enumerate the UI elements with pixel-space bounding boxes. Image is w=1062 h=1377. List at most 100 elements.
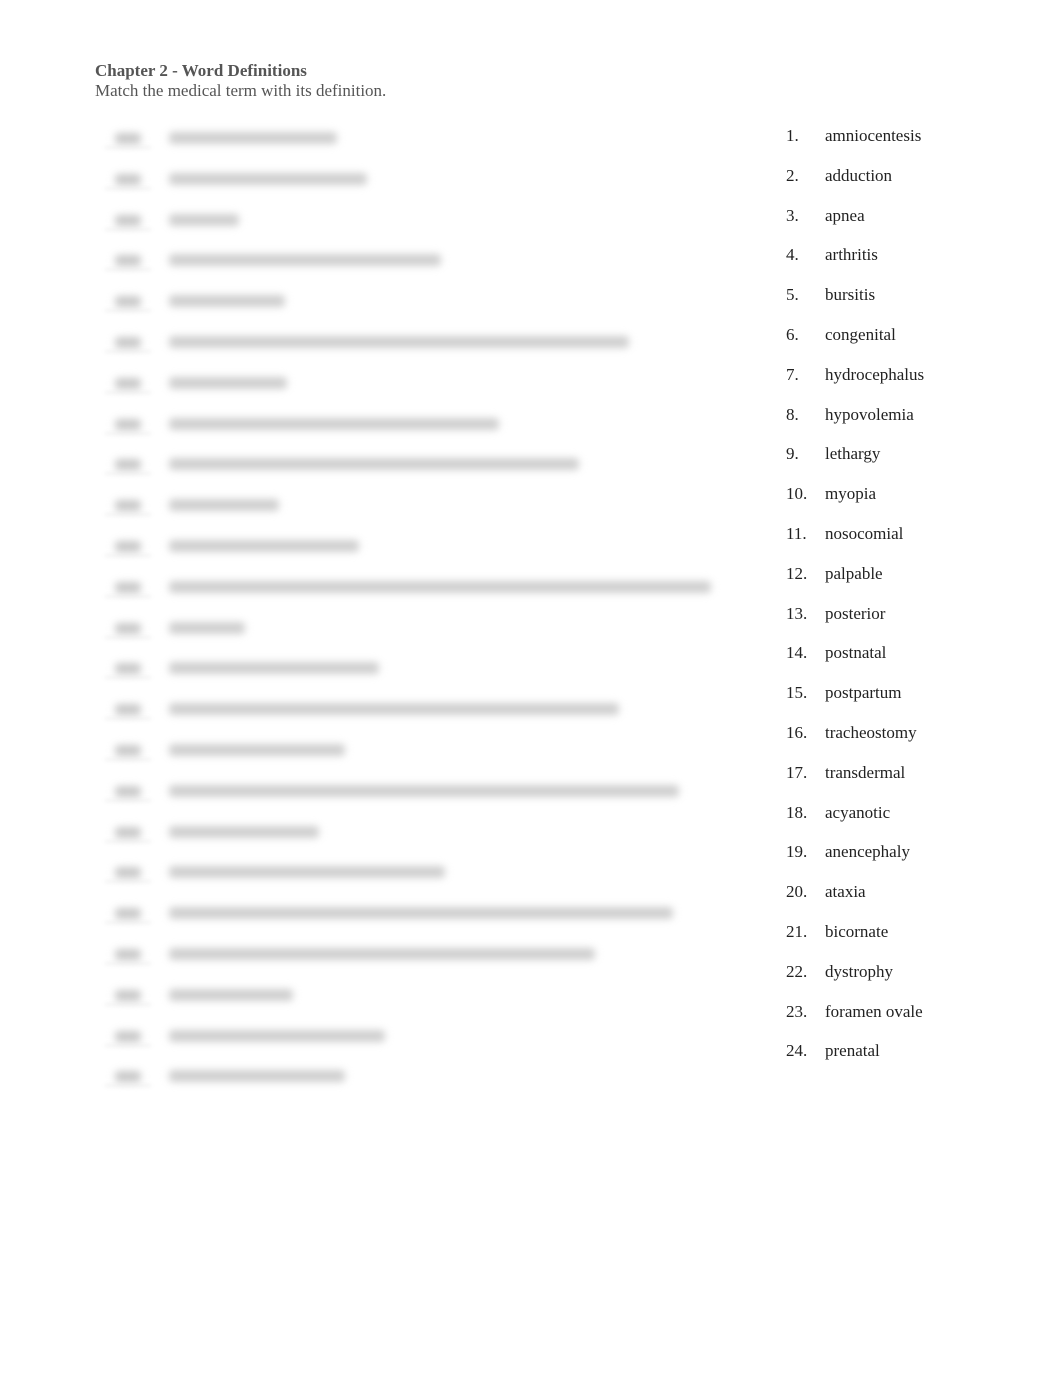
definition-text-blurred: [169, 417, 499, 430]
term-item: 4. arthritis: [786, 245, 924, 285]
answer-blank: [115, 214, 141, 226]
definition-row: [105, 288, 745, 329]
answer-underline: [105, 1003, 151, 1005]
term-item: 14. postnatal: [786, 643, 924, 683]
answer-underline: [105, 350, 151, 352]
answer-underline: [105, 718, 151, 720]
term-number: 14.: [786, 643, 808, 663]
answer-blank: [115, 622, 141, 634]
term-number: 2.: [786, 165, 799, 185]
term-label: hydrocephalus: [825, 364, 925, 384]
answer-blank: [115, 581, 141, 593]
term-number: 6.: [786, 324, 799, 344]
definition-text-blurred: [169, 335, 629, 348]
definition-row: [105, 492, 745, 533]
definition-row: [105, 247, 745, 288]
answer-blank: [115, 826, 141, 838]
definition-row: [105, 819, 745, 860]
definition-row: [105, 778, 745, 819]
answer-blank: [115, 989, 141, 1001]
term-number: 12.: [786, 563, 808, 583]
term-label: postpartum: [825, 683, 902, 703]
definition-text-blurred: [169, 580, 711, 593]
definition-text-blurred: [169, 662, 379, 675]
term-item: 15. postpartum: [786, 683, 924, 723]
term-number: 3.: [786, 205, 799, 225]
term-item: 22. dystrophy: [786, 962, 924, 1002]
definition-text-blurred: [169, 376, 287, 389]
term-number: 18.: [786, 802, 808, 822]
term-number: 22.: [786, 961, 808, 981]
answer-underline: [105, 269, 151, 271]
definition-text-blurred: [169, 172, 367, 185]
term-label: arthritis: [825, 245, 878, 265]
term-item: 8. hypovolemia: [786, 405, 924, 445]
answer-underline: [105, 147, 151, 148]
answer-blank: [115, 500, 141, 512]
definition-text-blurred: [169, 499, 279, 512]
term-number: 4.: [786, 245, 799, 265]
term-number: 9.: [786, 444, 799, 464]
term-number: 21.: [786, 921, 808, 941]
definition-row: [105, 574, 745, 615]
term-label: palpable: [825, 563, 883, 583]
answer-underline: [105, 799, 151, 801]
answer-underline: [105, 1085, 151, 1087]
definition-row: [105, 655, 745, 696]
term-number: 13.: [786, 603, 808, 623]
answer-blank: [115, 377, 141, 389]
term-label: tracheostomy: [825, 722, 917, 742]
term-label: foramen ovale: [825, 1001, 923, 1021]
answer-blank: [115, 336, 141, 348]
term-label: prenatal: [825, 1041, 880, 1061]
definition-row: [105, 615, 745, 656]
answer-blank: [115, 296, 141, 308]
term-label: ataxia: [825, 882, 866, 902]
answer-underline: [105, 922, 151, 924]
answer-underline: [105, 391, 151, 393]
definition-row: [105, 370, 745, 411]
term-item: 2. adduction: [786, 166, 924, 206]
answer-blank: [115, 704, 141, 716]
term-label: posterior: [825, 603, 886, 623]
answer-underline: [105, 228, 151, 230]
term-item: 1. amniocentesis: [786, 126, 924, 166]
worksheet-instructions: Match the medical term with its definiti…: [95, 81, 387, 100]
definition-text-blurred: [169, 621, 245, 634]
definition-text-blurred: [169, 988, 293, 1001]
term-number: 8.: [786, 404, 799, 424]
definition-text-blurred: [169, 907, 673, 920]
term-item: 21. bicornate: [786, 922, 924, 962]
answer-underline: [105, 1044, 151, 1046]
definition-text-blurred: [169, 458, 579, 471]
definition-row: [105, 1023, 745, 1064]
answer-blank: [115, 459, 141, 471]
answer-underline: [105, 962, 151, 964]
definition-text-blurred: [169, 132, 337, 144]
worksheet-header: Chapter 2 - Word Definitions Match the m…: [95, 61, 386, 101]
definition-row: [105, 859, 745, 900]
term-number: 23.: [786, 1001, 808, 1021]
definition-row: [105, 1063, 745, 1104]
answer-blank: [115, 744, 141, 756]
term-label: bursitis: [825, 285, 876, 305]
term-number: 20.: [786, 882, 808, 902]
term-number: 24.: [786, 1041, 808, 1061]
term-item: 7. hydrocephalus: [786, 365, 924, 405]
answer-underline: [105, 881, 151, 883]
definition-text-blurred: [169, 213, 239, 226]
definition-row: [105, 941, 745, 982]
term-label: lethargy: [825, 444, 881, 464]
worksheet-title: Chapter 2 - Word Definitions: [95, 61, 307, 80]
answer-blank: [115, 867, 141, 879]
term-number: 16.: [786, 722, 808, 742]
answer-blank: [115, 908, 141, 920]
definition-text-blurred: [169, 254, 441, 267]
definition-text-blurred: [169, 295, 285, 308]
answer-blank: [115, 133, 141, 144]
term-label: anencephaly: [825, 842, 910, 862]
term-label: adduction: [825, 165, 893, 185]
definition-text-blurred: [169, 784, 679, 797]
term-item: 11. nosocomial: [786, 524, 924, 564]
definition-row: [105, 207, 745, 248]
